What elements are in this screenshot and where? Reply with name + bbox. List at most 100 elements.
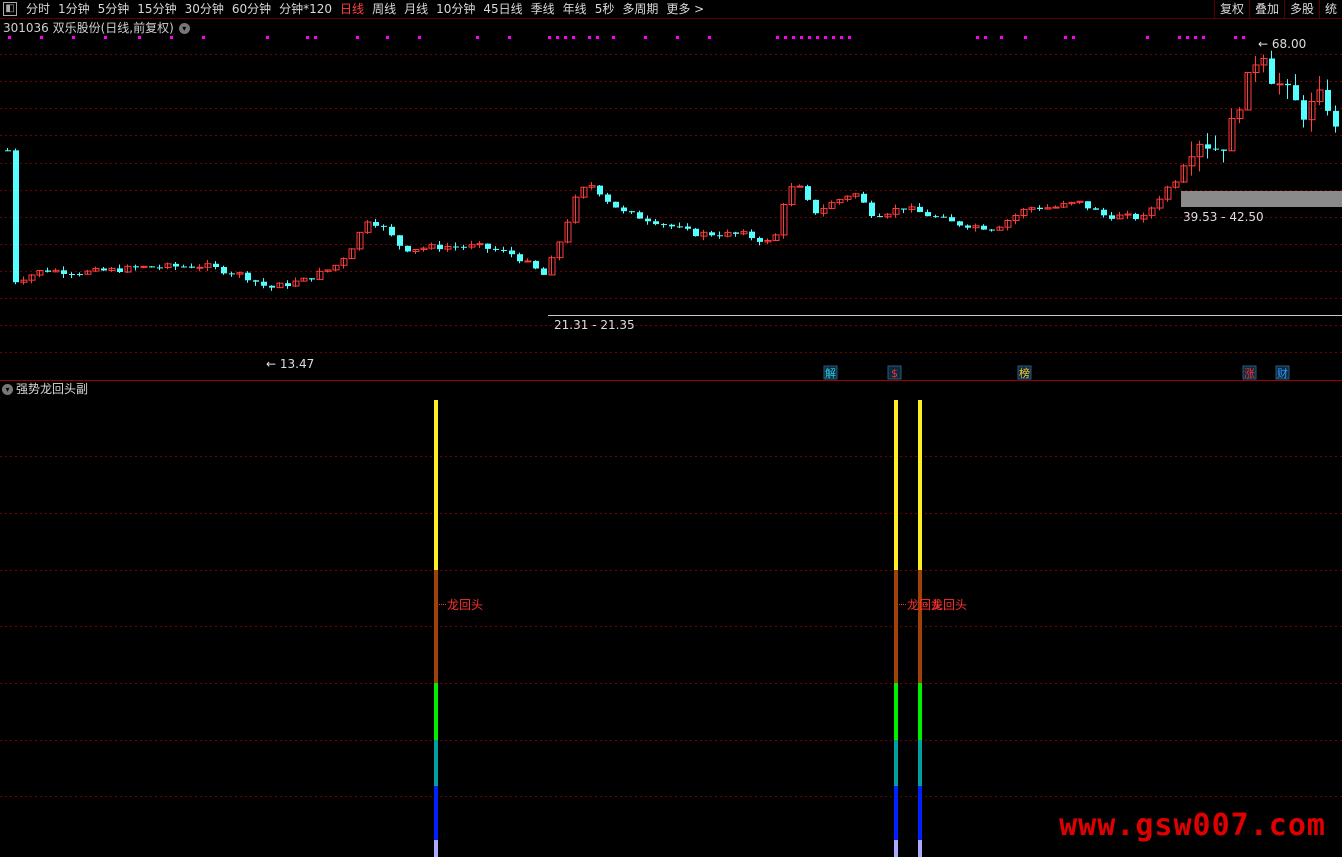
candle-body-down [1333, 110, 1339, 127]
high-price-label: ← 68.00 [1258, 37, 1306, 51]
candle-body-down [61, 270, 67, 275]
signal-dot [984, 36, 987, 39]
candle-body-down [101, 268, 107, 271]
candle-body-down [373, 222, 379, 226]
signal-dot [612, 36, 615, 39]
candle-body-down [1101, 209, 1107, 216]
candle-body-down [149, 266, 155, 268]
candle-body-down [677, 226, 683, 228]
candle-body-down [77, 274, 83, 276]
signal-bar-segment [918, 683, 922, 740]
signal-dot [824, 36, 827, 39]
candle-body-down [1301, 100, 1307, 120]
event-tag[interactable]: 涨 [1244, 367, 1255, 380]
signal-dot [572, 36, 575, 39]
signal-dot [800, 36, 803, 39]
signal-dot [556, 36, 559, 39]
signal-dot [676, 36, 679, 39]
signal-dot [564, 36, 567, 39]
candle-body-down [1093, 208, 1099, 210]
candle-body-down [661, 224, 667, 226]
low-price-label: ← 13.47 [266, 357, 314, 371]
chevron-down-icon[interactable]: ▾ [178, 22, 190, 34]
signal-dot [708, 36, 711, 39]
event-tag[interactable]: 榜 [1019, 366, 1030, 380]
signal-dot [306, 36, 309, 39]
signal-bar-segment [918, 400, 922, 570]
signal-dot [808, 36, 811, 39]
candle-body-down [133, 266, 139, 268]
signal-bar-segment [894, 400, 898, 570]
signal-bar-segment [918, 786, 922, 840]
signal-dot [596, 36, 599, 39]
event-tag[interactable]: 解 [825, 366, 836, 380]
candle-body-down [221, 267, 227, 274]
signal-bar-segment [434, 400, 438, 570]
candle-body-down [917, 206, 923, 213]
candle-body-down [709, 232, 715, 236]
candle-body-down [1133, 213, 1139, 220]
candle-body-down [933, 216, 939, 218]
signal-bar-segment [918, 740, 922, 786]
candle-body-down [805, 186, 811, 200]
signal-dot [418, 36, 421, 39]
candle-body-down [157, 267, 163, 269]
sub-chart-title: 强势龙回头副 [16, 382, 89, 396]
candle-body-up [524, 260, 532, 263]
candle-body-down [389, 226, 395, 236]
candle-body-up [1052, 206, 1060, 209]
candle-body-down [901, 208, 907, 210]
candle-body-down [517, 254, 523, 262]
event-tag[interactable]: 财 [1277, 366, 1288, 380]
event-tag[interactable]: $ [891, 367, 898, 380]
watermark: www.gsw007.com [1059, 808, 1326, 843]
candle-body-down [621, 207, 627, 212]
signal-bar-segment [434, 786, 438, 840]
signal-dot [1024, 36, 1027, 39]
candle-body-down [717, 235, 723, 237]
candle-body-down [453, 246, 459, 248]
candle-body-down [957, 221, 963, 226]
main-chart-title-bar: 301036 双乐股份(日线,前复权) ▾ [0, 19, 190, 37]
signal-dot [202, 36, 205, 39]
candle-body-down [733, 232, 739, 234]
signal-dot [816, 36, 819, 39]
candle-body-down [181, 266, 187, 268]
signal-label: 龙回头 [447, 598, 483, 612]
candle-body-down [757, 238, 763, 242]
candle-body-down [485, 243, 491, 249]
candle-body-down [949, 217, 955, 222]
signal-bar-segment [894, 683, 898, 740]
candle-body-down [509, 250, 515, 255]
signal-dot [386, 36, 389, 39]
chevron-down-icon[interactable]: ▾ [2, 383, 13, 395]
candle-body-down [189, 266, 195, 268]
signal-dot [1000, 36, 1003, 39]
candle-body-down [629, 211, 635, 213]
candle-body-down [941, 216, 947, 218]
candle-body-down [597, 185, 603, 195]
candle-body-down [229, 273, 235, 275]
zone-label: 21.31 - 21.35 [554, 318, 635, 332]
zone-label: 39.53 - 42.50 [1183, 210, 1264, 224]
candle-body-down [493, 248, 499, 250]
signal-bar-segment [434, 683, 438, 740]
chart-canvas[interactable]: 21.31 - 21.35 39.53 - 42.50 ← 68.00 ← 13.47… [0, 0, 1342, 857]
signal-bar-segment [918, 840, 922, 857]
signal-dot [1202, 36, 1205, 39]
candle-body-down [1293, 85, 1299, 101]
signal-bar-segment [434, 570, 438, 683]
candle-body-down [397, 235, 403, 246]
candle-body-down [749, 231, 755, 239]
signal-dot [840, 36, 843, 39]
signal-bar-segment [434, 840, 438, 857]
candle-body-down [1213, 148, 1219, 150]
candle-body-down [981, 225, 987, 230]
signal-dot [1242, 36, 1245, 39]
signal-bar-segment [894, 740, 898, 786]
candle-body-down [1285, 83, 1291, 86]
candle-body-down [501, 249, 507, 251]
candle-body-down [813, 199, 819, 214]
candle-body-down [693, 228, 699, 237]
candle-body-up [796, 185, 804, 188]
